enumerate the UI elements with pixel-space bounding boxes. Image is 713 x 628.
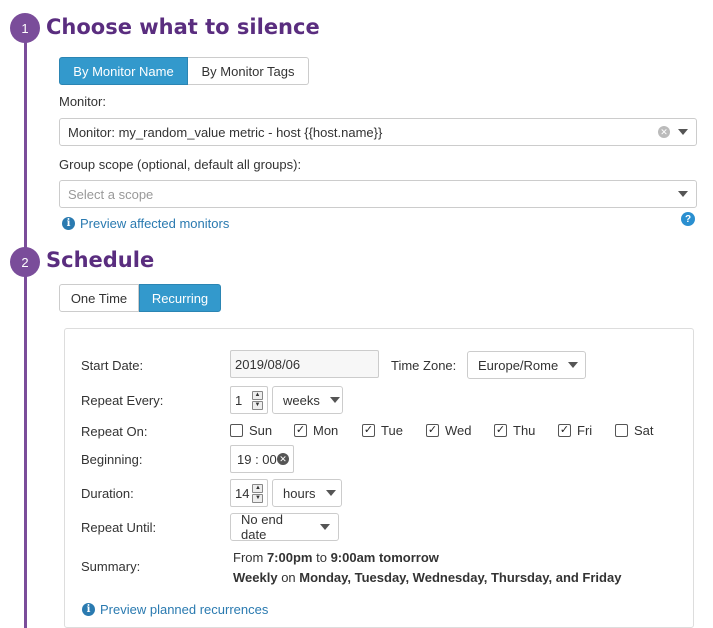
chevron-down-icon[interactable] bbox=[678, 191, 688, 197]
day-sun[interactable]: Sun bbox=[230, 423, 272, 438]
summary-days: Monday, Tuesday, Wednesday, Thursday, an… bbox=[299, 570, 622, 585]
start-date-label: Start Date: bbox=[81, 358, 144, 373]
beginning-label: Beginning: bbox=[81, 452, 143, 467]
preview-affected-monitors-label: Preview affected monitors bbox=[80, 216, 230, 231]
summary-to: to bbox=[312, 550, 331, 565]
tab-recurring[interactable]: Recurring bbox=[139, 284, 221, 312]
decrement-icon[interactable]: ▼ bbox=[252, 493, 264, 503]
tab-by-monitor-tags[interactable]: By Monitor Tags bbox=[188, 57, 309, 85]
day-fri[interactable]: ✓ Fri bbox=[558, 423, 592, 438]
day-wed-label: Wed bbox=[445, 423, 472, 438]
monitor-label: Monitor: bbox=[59, 94, 106, 109]
group-scope-placeholder: Select a scope bbox=[68, 186, 154, 202]
repeat-every-label: Repeat Every: bbox=[81, 393, 164, 408]
duration-unit-select[interactable]: hours bbox=[272, 479, 342, 507]
clear-icon[interactable]: ✕ bbox=[277, 453, 289, 465]
day-wed[interactable]: ✓ Wed bbox=[426, 423, 472, 438]
group-scope-select[interactable]: Select a scope bbox=[59, 180, 697, 208]
beginning-time-input[interactable]: 19 : 00 ✕ bbox=[230, 445, 294, 473]
repeat-on-label: Repeat On: bbox=[81, 424, 148, 439]
info-icon: i bbox=[82, 603, 95, 616]
day-sat[interactable]: Sat bbox=[615, 423, 654, 438]
start-date-input[interactable]: 2019/08/06 bbox=[230, 350, 379, 378]
day-tue-label: Tue bbox=[381, 423, 403, 438]
increment-icon[interactable]: ▲ bbox=[252, 390, 263, 400]
checkbox-wed[interactable]: ✓ bbox=[426, 424, 439, 437]
summary-line-2: Weekly on Monday, Tuesday, Wednesday, Th… bbox=[233, 568, 621, 588]
step-timeline-line bbox=[24, 28, 27, 628]
summary-label: Summary: bbox=[81, 559, 141, 574]
summary-frequency: Weekly bbox=[233, 570, 278, 585]
day-fri-label: Fri bbox=[577, 423, 593, 438]
repeat-until-select[interactable]: No end date bbox=[230, 512, 339, 542]
section-2-title: Schedule bbox=[46, 248, 155, 272]
duration-unit-value: hours bbox=[283, 485, 316, 501]
step-2-badge: 2 bbox=[10, 247, 40, 277]
chevron-down-icon bbox=[325, 490, 336, 496]
chevron-down-icon bbox=[568, 362, 579, 368]
day-sun-label: Sun bbox=[249, 423, 273, 438]
silence-mode-tabs: By Monitor Name By Monitor Tags bbox=[59, 57, 309, 85]
checkbox-mon[interactable]: ✓ bbox=[294, 424, 307, 437]
info-icon: i bbox=[62, 217, 75, 230]
repeat-every-unit-select[interactable]: weeks bbox=[272, 386, 343, 414]
duration-value: 14 bbox=[235, 485, 250, 501]
time-zone-label: Time Zone: bbox=[391, 358, 457, 373]
help-icon[interactable]: ? bbox=[681, 212, 695, 226]
increment-icon[interactable]: ▲ bbox=[252, 483, 264, 493]
schedule-type-tabs: One Time Recurring bbox=[59, 284, 221, 312]
checkbox-thu[interactable]: ✓ bbox=[494, 424, 507, 437]
day-tue[interactable]: ✓ Tue bbox=[362, 423, 403, 438]
duration-stepper[interactable]: 14 ▲ ▼ bbox=[230, 479, 268, 507]
summary-line-1: From 7:00pm to 9:00am tomorrow bbox=[233, 548, 621, 568]
beginning-time-value: 19 : 00 bbox=[237, 451, 277, 467]
checkbox-fri[interactable]: ✓ bbox=[558, 424, 571, 437]
preview-affected-monitors-link[interactable]: i Preview affected monitors bbox=[62, 216, 229, 231]
start-date-value: 2019/08/06 bbox=[235, 356, 301, 372]
stepper-arrows[interactable]: ▲ ▼ bbox=[252, 483, 264, 503]
summary-from: From bbox=[233, 550, 267, 565]
checkbox-tue[interactable]: ✓ bbox=[362, 424, 375, 437]
checkbox-sun[interactable] bbox=[230, 424, 243, 437]
repeat-until-value: No end date bbox=[241, 512, 283, 542]
monitor-select[interactable]: Monitor: my_random_value metric - host {… bbox=[59, 118, 697, 146]
step-1-badge: 1 bbox=[10, 13, 40, 43]
summary-text: From 7:00pm to 9:00am tomorrow Weekly on… bbox=[233, 548, 621, 588]
chevron-down-icon[interactable] bbox=[678, 129, 688, 135]
preview-planned-recurrences-link[interactable]: i Preview planned recurrences bbox=[82, 602, 268, 617]
monitor-select-value: Monitor: my_random_value metric - host {… bbox=[68, 124, 383, 140]
chevron-down-icon bbox=[329, 397, 340, 403]
summary-start-time: 7:00pm bbox=[266, 550, 313, 565]
tab-one-time[interactable]: One Time bbox=[59, 284, 139, 312]
day-sat-label: Sat bbox=[634, 423, 654, 438]
repeat-every-unit-value: weeks bbox=[283, 392, 320, 408]
day-thu-label: Thu bbox=[513, 423, 536, 438]
time-zone-value: Europe/Rome bbox=[478, 357, 559, 373]
day-mon[interactable]: ✓ Mon bbox=[294, 423, 338, 438]
preview-planned-recurrences-label: Preview planned recurrences bbox=[100, 602, 269, 617]
stepper-arrows[interactable]: ▲ ▼ bbox=[252, 390, 263, 410]
repeat-every-stepper[interactable]: 1 ▲ ▼ bbox=[230, 386, 268, 414]
day-thu[interactable]: ✓ Thu bbox=[494, 423, 535, 438]
duration-label: Duration: bbox=[81, 486, 134, 501]
clear-icon[interactable]: ✕ bbox=[658, 126, 670, 138]
time-zone-select[interactable]: Europe/Rome bbox=[467, 351, 586, 379]
decrement-icon[interactable]: ▼ bbox=[252, 400, 263, 410]
checkbox-sat[interactable] bbox=[615, 424, 628, 437]
chevron-down-icon bbox=[320, 524, 330, 530]
section-1-title: Choose what to silence bbox=[46, 15, 320, 39]
tab-by-monitor-name[interactable]: By Monitor Name bbox=[59, 57, 188, 85]
repeat-until-label: Repeat Until: bbox=[81, 520, 157, 535]
day-mon-label: Mon bbox=[313, 423, 339, 438]
repeat-every-value: 1 bbox=[235, 392, 243, 408]
summary-on: on bbox=[277, 570, 300, 585]
group-scope-label: Group scope (optional, default all group… bbox=[59, 157, 302, 172]
summary-end-time: 9:00am tomorrow bbox=[330, 550, 439, 565]
